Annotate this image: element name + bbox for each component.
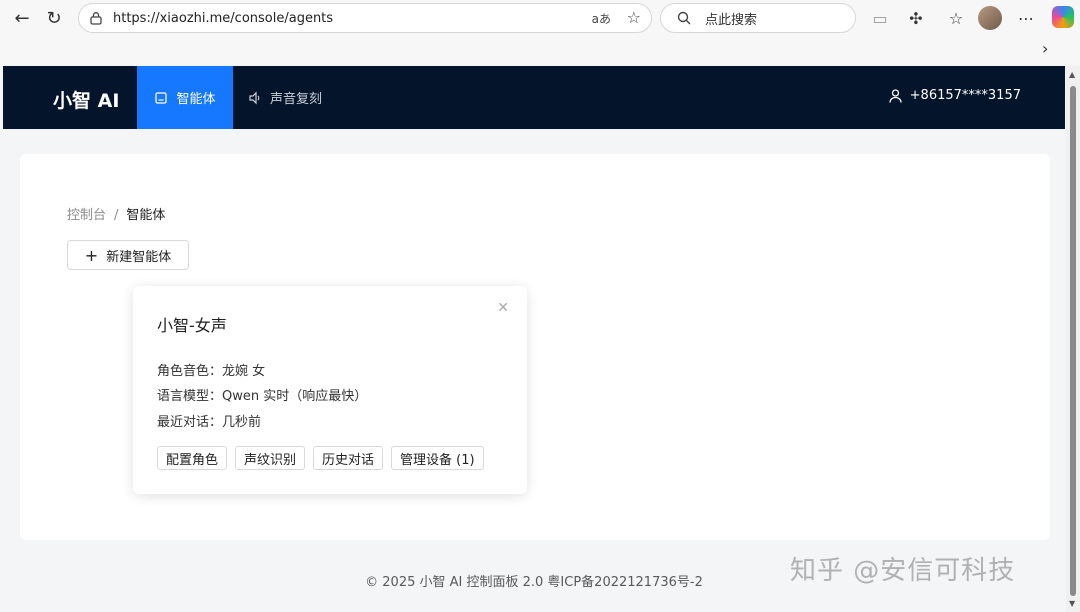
back-arrow-icon[interactable]: ← — [8, 4, 36, 32]
browser-search-box[interactable]: 点此搜索 — [660, 3, 856, 33]
browser-toolbar: ← ↻ https://xiaozhi.me/console/agents aあ… — [0, 0, 1080, 36]
lock-icon — [89, 11, 103, 25]
address-bar[interactable]: https://xiaozhi.me/console/agents aあ ☆ — [78, 3, 652, 33]
screen-cast-icon[interactable]: ▭ — [868, 6, 892, 30]
read-aloud-icon[interactable]: aあ — [592, 10, 611, 27]
user-icon — [889, 89, 902, 103]
url-text[interactable]: https://xiaozhi.me/console/agents — [113, 11, 333, 26]
agent-voice: 角色音色：龙婉 女 — [157, 360, 265, 379]
more-icon[interactable]: ⋯ — [1014, 6, 1038, 30]
favorite-star-icon[interactable]: ☆ — [627, 8, 641, 27]
extensions-icon[interactable]: ✣ — [904, 6, 928, 30]
plus-icon: + — [85, 246, 98, 265]
search-placeholder[interactable]: 点此搜索 — [705, 9, 757, 28]
new-agent-label: 新建智能体 — [106, 246, 171, 265]
breadcrumb: 控制台 / 智能体 — [67, 204, 165, 223]
breadcrumb-current: 智能体 — [126, 208, 165, 223]
copilot-icon[interactable] — [1052, 6, 1074, 28]
refresh-icon[interactable]: ↻ — [40, 4, 68, 32]
scrollbar[interactable]: ▲ ▼ — [1066, 66, 1080, 612]
watermark: 知乎 @安信可科技 — [790, 550, 1015, 587]
nav-tab-voice-clone[interactable]: 声音复刻 — [248, 66, 322, 129]
robot-icon — [154, 91, 168, 105]
speaker-icon — [248, 91, 262, 105]
agent-model: 语言模型：Qwen 实时（响应最快） — [157, 385, 367, 404]
history-button[interactable]: 历史对话 — [313, 446, 383, 470]
voiceprint-button[interactable]: 声纹识别 — [235, 446, 305, 470]
manage-devices-button[interactable]: 管理设备 (1) — [391, 446, 484, 470]
search-icon — [677, 11, 691, 25]
chevron-right-icon[interactable]: › — [1042, 39, 1048, 58]
nav-tab-agents-label: 智能体 — [176, 88, 215, 107]
agent-card: ✕ 小智-女声 角色音色：龙婉 女 语言模型：Qwen 实时（响应最快） 最近对… — [133, 286, 527, 494]
breadcrumb-separator: / — [114, 208, 118, 223]
scroll-down-icon[interactable]: ▼ — [1069, 599, 1075, 608]
profile-avatar[interactable] — [978, 6, 1002, 30]
new-agent-button[interactable]: + 新建智能体 — [67, 240, 189, 270]
agent-actions: 配置角色 声纹识别 历史对话 管理设备 (1) — [157, 446, 484, 470]
close-icon[interactable]: ✕ — [497, 300, 509, 316]
nav-tab-voice-clone-label: 声音复刻 — [270, 88, 322, 107]
scroll-up-icon[interactable]: ▲ — [1069, 70, 1075, 79]
agent-title: 小智-女声 — [157, 312, 227, 336]
top-navigation: 小智 AI 智能体 声音复刻 +86157****3157 — [3, 66, 1065, 129]
user-phone: +86157****3157 — [910, 88, 1021, 103]
app-root: 小智 AI 智能体 声音复刻 +86157****3157 控制台 / 智能体 + … — [3, 66, 1065, 612]
favorites-icon[interactable]: ☆ — [944, 6, 968, 30]
breadcrumb-root[interactable]: 控制台 — [67, 208, 106, 223]
brand-logo[interactable]: 小智 AI — [53, 86, 119, 113]
agent-recent: 最近对话：几秒前 — [157, 411, 261, 430]
user-menu[interactable]: +86157****3157 — [889, 88, 1021, 103]
scrollbar-thumb[interactable] — [1070, 86, 1076, 596]
favorites-bar: › — [0, 36, 1080, 64]
content-panel: 控制台 / 智能体 + 新建智能体 ✕ 小智-女声 角色音色：龙婉 女 语言模型：Q… — [20, 154, 1050, 540]
configure-role-button[interactable]: 配置角色 — [157, 446, 227, 470]
nav-tab-agents[interactable]: 智能体 — [137, 66, 233, 129]
